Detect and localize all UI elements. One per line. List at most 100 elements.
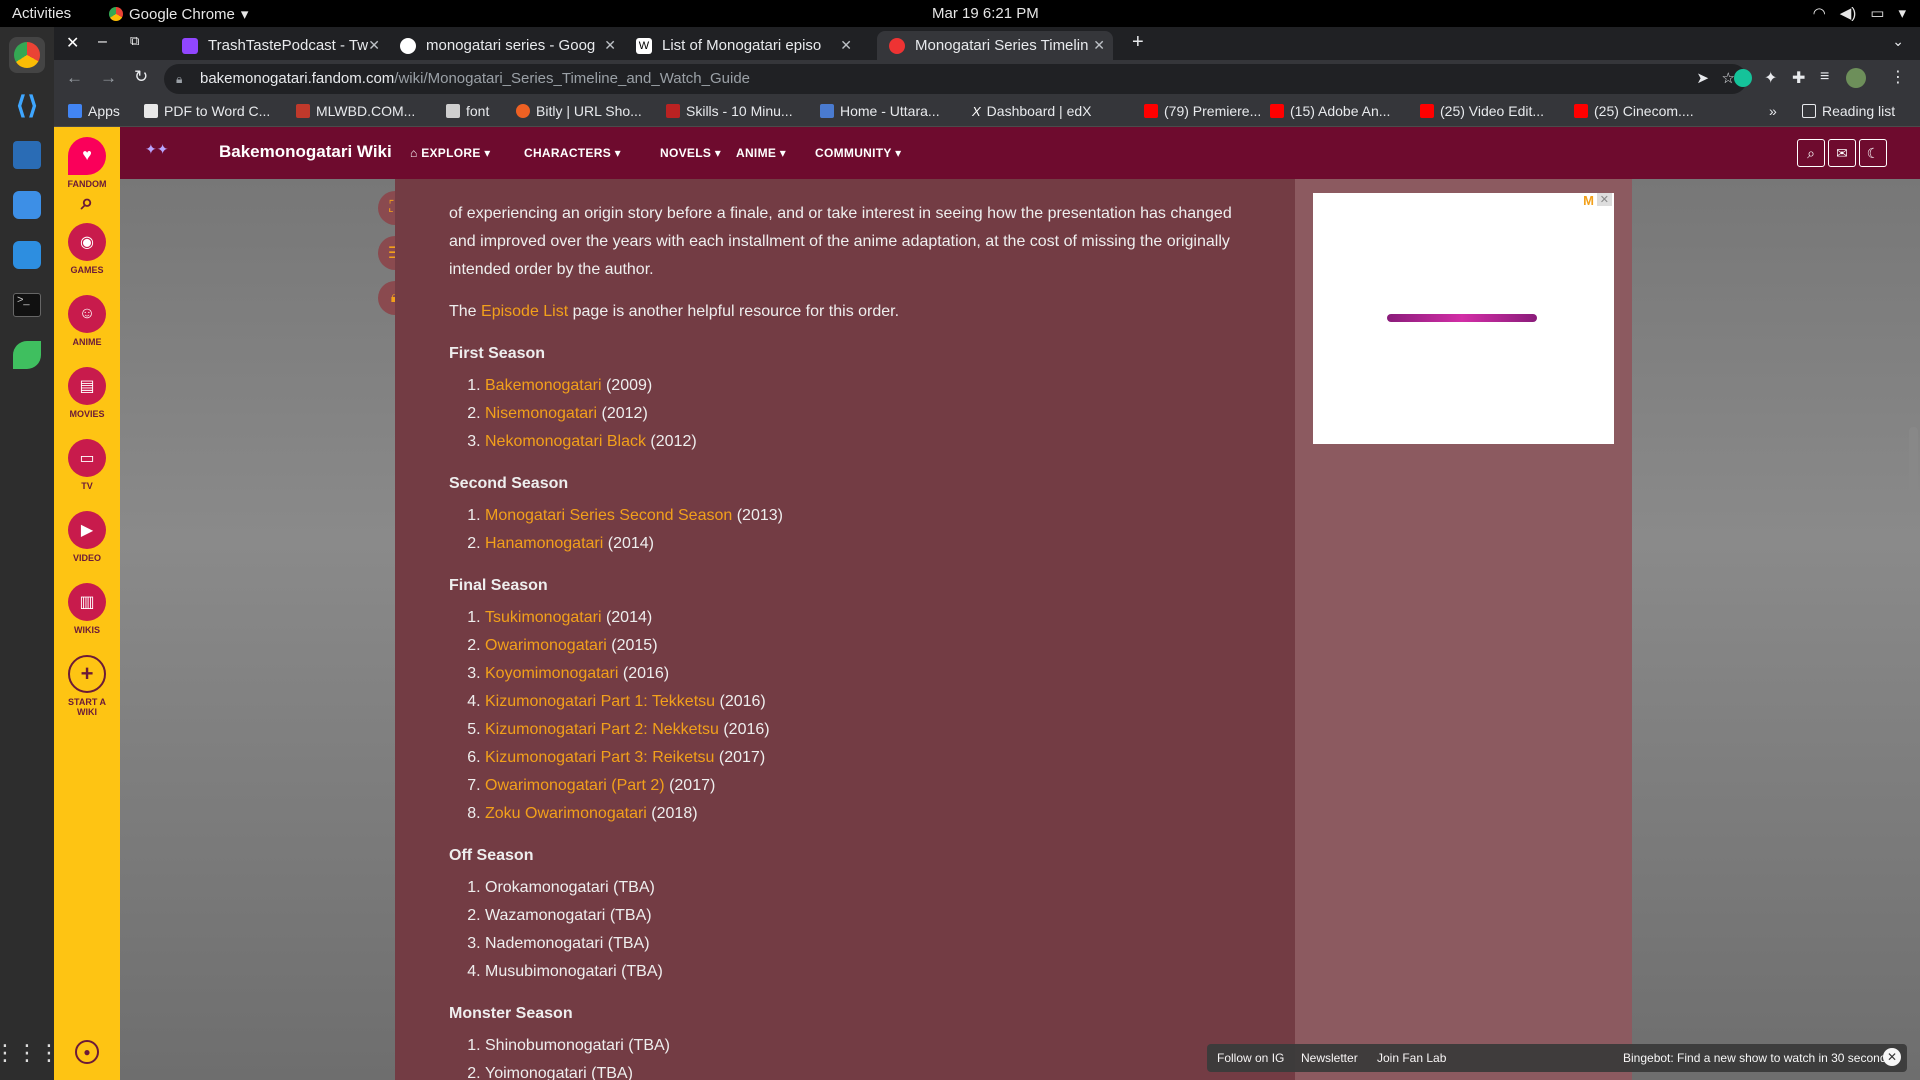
- ad-choices-icon[interactable]: M: [1583, 193, 1594, 208]
- bookmark-font[interactable]: font: [446, 103, 489, 119]
- bookmark-uttara[interactable]: Home - Uttara...: [820, 103, 940, 119]
- year-text: (2012): [650, 433, 697, 450]
- nav-characters[interactable]: CHARACTERS ▾: [524, 146, 621, 160]
- bookmark-adobe[interactable]: (15) Adobe An...: [1270, 103, 1390, 119]
- wiki-logo[interactable]: ✦✦: [145, 141, 183, 161]
- dark-mode-icon[interactable]: ☾: [1859, 139, 1887, 167]
- rail-search[interactable]: ⌕: [54, 183, 120, 225]
- fandom-logo[interactable]: ♥ FANDOM: [54, 137, 120, 189]
- nav-community[interactable]: COMMUNITY ▾: [815, 146, 901, 160]
- store-dock-icon[interactable]: [9, 237, 45, 273]
- back-icon[interactable]: ←: [66, 68, 83, 88]
- media-icon[interactable]: ≡: [1820, 68, 1829, 86]
- tab-timeline[interactable]: Monogatari Series Timelin ✕: [877, 31, 1113, 60]
- activities-button[interactable]: Activities: [12, 5, 71, 22]
- forward-icon[interactable]: →: [100, 68, 117, 88]
- close-icon[interactable]: ✕: [1883, 1048, 1901, 1066]
- rail-anime[interactable]: ☺ ANIME: [54, 295, 120, 347]
- chrome-dock-icon[interactable]: [9, 37, 45, 73]
- list-item: Nekomonogatari Black (2012): [485, 428, 1255, 456]
- rail-user[interactable]: ●: [54, 1040, 120, 1068]
- tab-episode-list[interactable]: W List of Monogatari episo ✕: [624, 31, 860, 60]
- avatar[interactable]: [1846, 68, 1866, 88]
- discussions-icon[interactable]: ✉: [1828, 139, 1856, 167]
- rail-games[interactable]: ◉ GAMES: [54, 223, 120, 275]
- bookmark-edx[interactable]: X Dashboard | edX: [972, 103, 1092, 119]
- title-link[interactable]: Kizumonogatari Part 3: Reiketsu: [485, 749, 714, 766]
- title-link[interactable]: Tsukimonogatari: [485, 609, 602, 626]
- title-link[interactable]: Nisemonogatari: [485, 405, 597, 422]
- wiki-search-icon[interactable]: ⌕: [1797, 139, 1825, 167]
- close-tab-icon[interactable]: ✕: [1093, 37, 1105, 54]
- wiki-name[interactable]: Bakemonogatari Wiki: [219, 142, 392, 162]
- uttara-icon: [820, 104, 834, 118]
- twitch-icon: [182, 37, 198, 54]
- title-link[interactable]: Kizumonogatari Part 1: Tekketsu: [485, 693, 715, 710]
- leaf-dock-icon[interactable]: [9, 337, 45, 373]
- bookmark-premiere[interactable]: (79) Premiere...: [1144, 103, 1261, 119]
- nav-novels[interactable]: NOVELS ▾: [660, 146, 721, 160]
- reload-icon[interactable]: ↻: [134, 67, 148, 87]
- episode-list-link[interactable]: Episode List: [481, 303, 568, 320]
- join-fan-lab-link[interactable]: Join Fan Lab: [1377, 1051, 1446, 1065]
- vscode-dock-icon[interactable]: ⟨⟩: [9, 87, 45, 123]
- bingebot-text[interactable]: Bingebot: Find a new show to watch in 30…: [1623, 1051, 1893, 1065]
- restore-icon[interactable]: ⧉: [130, 33, 139, 49]
- title-link[interactable]: Owarimonogatari (Part 2): [485, 777, 665, 794]
- tab-google-search[interactable]: monogatari series - Goog ✕: [388, 31, 624, 60]
- nav-explore[interactable]: ⌂ EXPLORE ▾: [410, 146, 491, 160]
- minimize-icon[interactable]: –: [98, 33, 107, 51]
- bookmark-skills[interactable]: Skills - 10 Minu...: [666, 103, 793, 119]
- bookmark-apps[interactable]: Apps: [68, 103, 120, 119]
- scrollbar-thumb[interactable]: [1909, 427, 1918, 497]
- close-tab-icon[interactable]: ✕: [604, 37, 616, 54]
- title-link[interactable]: Nekomonogatari Black: [485, 433, 646, 450]
- address-bar[interactable]: 🔒︎ bakemonogatari.fandom.com/wiki/Monoga…: [164, 64, 1747, 94]
- tab-trashtaste[interactable]: TrashTastePodcast - Tw ✕: [170, 31, 388, 60]
- grammarly-icon[interactable]: [1734, 69, 1752, 87]
- rail-start-wiki[interactable]: + START A WIKI: [54, 655, 120, 717]
- app-grid-icon[interactable]: ⋮⋮⋮: [0, 1035, 60, 1071]
- bookmark-pdf[interactable]: PDF to Word C...: [144, 103, 270, 119]
- close-window-icon[interactable]: ✕: [66, 33, 79, 53]
- rail-video[interactable]: ▶ VIDEO: [54, 511, 120, 563]
- title-link[interactable]: Koyomimonogatari: [485, 665, 618, 682]
- title-link[interactable]: Bakemonogatari: [485, 377, 602, 394]
- title-text: Shinobumonogatari: [485, 1037, 624, 1054]
- menu-icon[interactable]: ⋮: [1890, 67, 1906, 87]
- finder-dock-icon[interactable]: [9, 187, 45, 223]
- remote-desktop-dock-icon[interactable]: [9, 137, 45, 173]
- puzzle-icon[interactable]: ✚: [1792, 68, 1805, 88]
- clock[interactable]: Mar 19 6:21 PM: [932, 5, 1039, 22]
- bookmark-mlwbd[interactable]: MLWBD.COM...: [296, 103, 415, 119]
- tab-search-icon[interactable]: ⌄: [1892, 33, 1904, 50]
- close-tab-icon[interactable]: ✕: [368, 37, 380, 54]
- reading-list[interactable]: Reading list: [1802, 103, 1895, 119]
- newsletter-link[interactable]: Newsletter: [1301, 1051, 1358, 1065]
- system-tray[interactable]: ◠ ◀) ▭ ▾: [1813, 4, 1906, 22]
- title-link[interactable]: Monogatari Series Second Season: [485, 507, 732, 524]
- bookmark-cinecom[interactable]: (25) Cinecom....: [1574, 103, 1694, 119]
- nav-label: ANIME: [736, 146, 777, 160]
- lock-icon[interactable]: 🔒︎: [176, 64, 182, 94]
- nav-anime[interactable]: ANIME ▾: [736, 146, 786, 160]
- bookmark-video-edit[interactable]: (25) Video Edit...: [1420, 103, 1544, 119]
- bookmark-bitly[interactable]: Bitly | URL Sho...: [516, 103, 642, 119]
- follow-ig-link[interactable]: Follow on IG: [1217, 1051, 1284, 1065]
- rail-movies[interactable]: ▤ MOVIES: [54, 367, 120, 419]
- title-link[interactable]: Owarimonogatari: [485, 637, 607, 654]
- star-icon[interactable]: ☆: [1722, 64, 1735, 94]
- extension-icon[interactable]: ✦: [1764, 68, 1777, 88]
- title-link[interactable]: Hanamonogatari: [485, 535, 603, 552]
- app-menu[interactable]: Google Chrome ▾: [109, 5, 248, 23]
- title-link[interactable]: Kizumonogatari Part 2: Nekketsu: [485, 721, 719, 738]
- title-link[interactable]: Zoku Owarimonogatari: [485, 805, 647, 822]
- terminal-dock-icon[interactable]: >_: [9, 287, 45, 323]
- close-ad-icon[interactable]: ✕: [1596, 193, 1612, 206]
- new-tab-icon[interactable]: +: [1132, 31, 1144, 54]
- close-tab-icon[interactable]: ✕: [840, 37, 852, 54]
- rail-tv[interactable]: ▭ TV: [54, 439, 120, 491]
- more-bookmarks-icon[interactable]: »: [1769, 103, 1777, 119]
- rail-wikis[interactable]: ▥ WIKIS: [54, 583, 120, 635]
- send-icon[interactable]: ➤: [1696, 64, 1709, 94]
